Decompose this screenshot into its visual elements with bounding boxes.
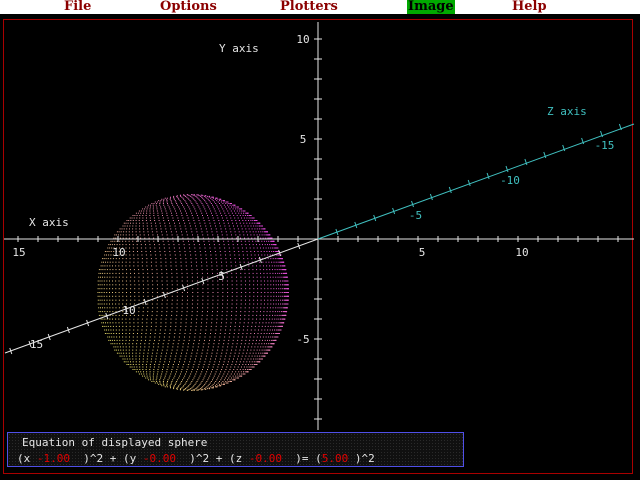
equation-panel: Equation of displayed sphere (x -1.00 )^…: [7, 432, 464, 467]
tick-labels: 10 5 -5 5 10 10 15 -5 -10 -15 5 10 15: [12, 33, 614, 351]
equation-title: Equation of displayed sphere: [22, 436, 208, 449]
z-axis-tick: [505, 165, 509, 173]
eq-r-prefix: )= (: [281, 452, 322, 465]
z-axis-tick: [486, 172, 490, 180]
y-tick-label: 5: [300, 133, 307, 146]
diagonal-tick-label: 10: [122, 304, 135, 317]
diagonal-tick-label: 5: [218, 270, 225, 283]
x-axis-label: X axis: [29, 216, 69, 229]
x-tick-label-negative: 15: [12, 246, 25, 259]
y-axis-label: Y axis: [219, 42, 259, 55]
axis-labels: X axis Y axis Z axis: [29, 42, 587, 229]
equation-formula: (x -1.00 )^2 + (y -0.00 )^2 + (z -0.00 )…: [17, 452, 375, 465]
z-axis-tick: [448, 186, 452, 194]
eq-y-prefix: )^2 + (y: [70, 452, 143, 465]
axes: [4, 22, 635, 430]
z-tick-label: -10: [500, 174, 520, 187]
z-tick-label: -5: [409, 209, 422, 222]
eq-z-prefix: )^2 + (z: [175, 452, 249, 465]
eq-r-value[interactable]: 5.00: [322, 452, 349, 465]
z-axis-line: [317, 123, 635, 240]
y-tick-label: -5: [296, 333, 309, 346]
eq-x-value[interactable]: -1.00: [37, 452, 70, 465]
eq-y-value[interactable]: -0.00: [143, 452, 176, 465]
x-tick-label: 10: [515, 246, 528, 259]
diagonal-tick-label: 15: [30, 338, 43, 351]
eq-suffix: )^2: [348, 452, 375, 465]
sphere-plot: X axis Y axis Z axis 10 5 -5 5 10 10 15 -5 -10 -1…: [4, 22, 635, 430]
x-tick-label-negative: 10: [112, 246, 125, 259]
eq-z-value[interactable]: -0.00: [249, 452, 282, 465]
z-axis-tick: [467, 179, 471, 187]
z-tick-label: -15: [595, 139, 615, 152]
eq-x-prefix: (x: [17, 452, 37, 465]
x-tick-label: 5: [419, 246, 426, 259]
sphere-point-cloud: [97, 194, 289, 391]
z-axis-label: Z axis: [547, 105, 587, 118]
y-tick-label: 10: [296, 33, 309, 46]
